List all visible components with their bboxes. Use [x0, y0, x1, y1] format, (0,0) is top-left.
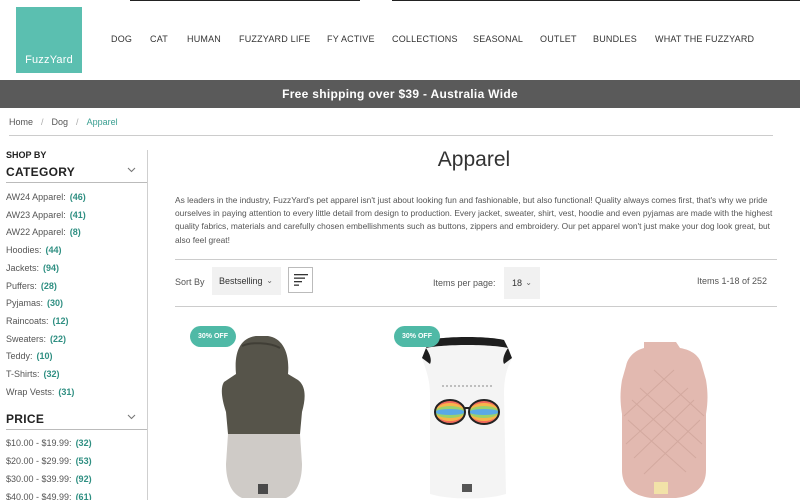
- shop-by-label: SHOP BY: [6, 150, 47, 160]
- category-heading[interactable]: CATEGORY: [6, 165, 75, 179]
- nav-item-fy-active[interactable]: FY ACTIVE: [327, 34, 375, 44]
- nav-item-outlet[interactable]: OUTLET: [540, 34, 577, 44]
- divider: [6, 429, 147, 430]
- category-item-hoodies[interactable]: Hoodies: (44): [6, 245, 62, 255]
- divider: [175, 306, 777, 307]
- sort-lines-icon: [294, 274, 308, 286]
- sort-select[interactable]: Bestselling ⌄: [212, 267, 281, 295]
- category-item-t-shirts[interactable]: T-Shirts: (32): [6, 369, 60, 379]
- items-per-page-select[interactable]: 18 ⌄: [504, 267, 540, 299]
- category-item-aw22-apparel[interactable]: AW22 Apparel: (8): [6, 227, 81, 237]
- category-item-raincoats[interactable]: Raincoats: (12): [6, 316, 69, 326]
- items-per-page-value: 18: [512, 278, 523, 288]
- top-border: [0, 0, 800, 1]
- divider: [9, 135, 773, 136]
- sort-select-value: Bestselling: [219, 276, 263, 286]
- nav-item-collections[interactable]: COLLECTIONS: [392, 34, 458, 44]
- chevron-down-icon: ⌄: [525, 278, 532, 287]
- category-item-wrap-vests[interactable]: Wrap Vests: (31): [6, 387, 74, 397]
- breadcrumb-current: Apparel: [86, 117, 118, 127]
- discount-badge: 30% OFF: [190, 326, 236, 347]
- nav-item-bundles[interactable]: BUNDLES: [593, 34, 637, 44]
- breadcrumb-home[interactable]: Home: [9, 117, 33, 127]
- divider: [6, 182, 147, 183]
- category-item-teddy[interactable]: Teddy: (10): [6, 351, 53, 361]
- items-per-page-label: Items per page:: [433, 278, 496, 288]
- logo[interactable]: FuzzYard: [16, 7, 82, 73]
- sort-direction-button[interactable]: [288, 267, 313, 293]
- discount-badge: 30% OFF: [394, 326, 440, 347]
- puffer-vest-image[interactable]: [614, 340, 714, 500]
- chevron-down-icon: ⌄: [266, 276, 273, 285]
- nav-item-human[interactable]: HUMAN: [187, 34, 221, 44]
- category-item-aw24-apparel[interactable]: AW24 Apparel: (46): [6, 192, 86, 202]
- price-item-30-39[interactable]: $30.00 - $39.99: (92): [6, 474, 92, 484]
- category-item-pyjamas[interactable]: Pyjamas: (30): [6, 298, 63, 308]
- breadcrumb-separator: /: [41, 117, 44, 127]
- nav-item-cat[interactable]: CAT: [150, 34, 168, 44]
- chevron-down-icon[interactable]: [127, 414, 136, 423]
- tshirt-image[interactable]: [416, 334, 518, 500]
- logo-text: FuzzYard: [25, 54, 73, 66]
- price-item-40-49[interactable]: $40.00 - $49.99: (61): [6, 492, 92, 500]
- hoodie-image[interactable]: [210, 334, 314, 500]
- category-item-jackets[interactable]: Jackets: (94): [6, 263, 59, 273]
- nav-item-fuzzyard-life[interactable]: FUZZYARD LIFE: [239, 34, 310, 44]
- shipping-banner: Free shipping over $39 - Australia Wide: [0, 80, 800, 108]
- product-card[interactable]: [608, 326, 758, 500]
- breadcrumb-dog[interactable]: Dog: [52, 117, 69, 127]
- category-description: As leaders in the industry, FuzzYard's p…: [175, 195, 773, 245]
- page-title: Apparel: [437, 148, 511, 171]
- product-card[interactable]: 30% OFF: [190, 326, 340, 500]
- category-item-puffers[interactable]: Puffers: (28): [6, 281, 57, 291]
- nav-item-dog[interactable]: DOG: [111, 34, 132, 44]
- sort-by-label: Sort By: [175, 277, 205, 287]
- category-item-sweaters[interactable]: Sweaters: (22): [6, 334, 66, 344]
- price-heading[interactable]: PRICE: [6, 412, 44, 426]
- nav-item-what-the-fuzzyard[interactable]: WHAT THE FUZZYARD: [655, 34, 754, 44]
- price-item-20-29[interactable]: $20.00 - $29.99: (53): [6, 456, 92, 466]
- divider: [175, 259, 777, 260]
- product-card[interactable]: 30% OFF: [394, 326, 544, 500]
- category-item-aw23-apparel[interactable]: AW23 Apparel: (41): [6, 210, 86, 220]
- breadcrumb: Home / Dog / Apparel: [9, 117, 118, 127]
- chevron-down-icon[interactable]: [127, 167, 136, 176]
- price-item-10-19[interactable]: $10.00 - $19.99: (32): [6, 438, 92, 448]
- items-count: Items 1-18 of 252: [697, 276, 768, 286]
- breadcrumb-separator: /: [76, 117, 79, 127]
- sidebar-divider: [147, 150, 148, 500]
- nav-item-seasonal[interactable]: SEASONAL: [473, 34, 523, 44]
